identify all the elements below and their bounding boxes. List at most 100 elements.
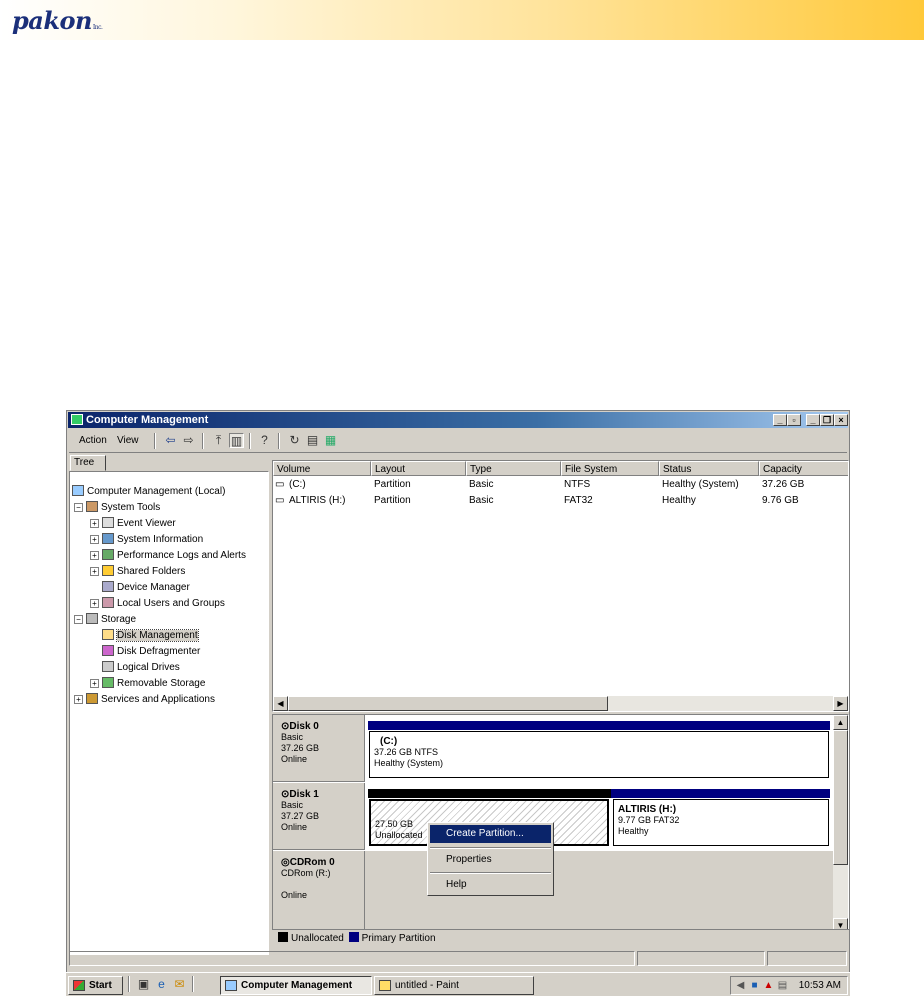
tree-item-storage[interactable]: Storage [86, 612, 136, 627]
clock[interactable]: 10:53 AM [799, 979, 841, 992]
refresh-icon[interactable]: ↻ [287, 433, 302, 448]
column-header-file-system[interactable]: File System [561, 461, 659, 476]
tree-item-system-information[interactable]: System Information [102, 532, 203, 547]
minimize-button[interactable]: _ [806, 414, 820, 426]
toolbar-separator [154, 433, 156, 449]
console-restore-icon[interactable]: ▫ [787, 414, 801, 426]
outlook-express-icon[interactable]: ✉ [172, 977, 187, 992]
antivirus-icon[interactable]: ▲ [761, 978, 776, 993]
internet-explorer-icon[interactable]: e [154, 977, 169, 992]
expand-icon[interactable]: + [90, 519, 99, 528]
collapse-icon[interactable]: − [74, 615, 83, 624]
title-bar[interactable]: Computer Management _ ▫ _ ❐ × [68, 412, 848, 428]
menu-item-create-partition[interactable]: Create Partition... [430, 825, 551, 843]
users-icon [102, 597, 114, 608]
collapse-icon[interactable]: − [74, 503, 83, 512]
toolbar-separator [202, 433, 204, 449]
primary-partition-bar [368, 721, 830, 730]
primary-partition-swatch [348, 932, 359, 942]
tree-item-local-users[interactable]: Local Users and Groups [102, 596, 225, 611]
tree-item-system-tools[interactable]: System Tools [86, 500, 160, 515]
volume-icon[interactable]: ◀ [733, 978, 748, 993]
tree-item-performance-logs[interactable]: Performance Logs and Alerts [102, 548, 246, 563]
expand-icon[interactable]: + [74, 695, 83, 704]
status-bar [69, 949, 849, 967]
menu-item-properties[interactable]: Properties [430, 851, 551, 869]
scroll-left-icon[interactable]: ◀ [273, 696, 288, 711]
volume-list: Volume Layout Type File System Status Ca… [272, 460, 849, 712]
partition-c[interactable]: (C:) 37.26 GB NTFS Healthy (System) [369, 731, 829, 778]
status-pane [767, 951, 847, 966]
partition-altiris[interactable]: ALTIRIS (H:) 9.77 GB FAT32 Healthy [613, 799, 829, 846]
network-icon[interactable]: ■ [747, 978, 762, 993]
toolbar-separator [278, 433, 280, 449]
menu-separator [430, 872, 551, 874]
menu-item-help[interactable]: Help [430, 876, 551, 894]
tree-item-disk-management[interactable]: Disk Management [102, 628, 199, 643]
tree-item-shared-folders[interactable]: Shared Folders [102, 564, 185, 579]
horizontal-scrollbar[interactable]: ◀ ▶ [273, 696, 848, 711]
toolbar-separator [249, 433, 251, 449]
console-minimize-icon[interactable]: _ [773, 414, 787, 426]
show-hide-tree-icon[interactable]: ▥ [229, 433, 244, 448]
expand-icon[interactable]: + [90, 599, 99, 608]
system-info-icon [102, 533, 114, 544]
computer-management-icon [71, 414, 83, 425]
start-button[interactable]: Start [68, 976, 123, 995]
connection-icon[interactable]: ▤ [775, 978, 790, 993]
expand-icon[interactable]: + [90, 679, 99, 688]
column-header-capacity[interactable]: Capacity [759, 461, 848, 476]
tree-item-device-manager[interactable]: Device Manager [102, 580, 190, 595]
scroll-up-icon[interactable]: ▲ [833, 715, 848, 730]
back-arrow-icon[interactable]: ⇦ [163, 433, 178, 448]
menu-view[interactable]: View [117, 435, 139, 446]
restore-button[interactable]: ❐ [820, 414, 834, 426]
tree-panel: Computer Management (Local) − System Too… [69, 471, 269, 955]
taskbar-button-computer-management[interactable]: Computer Management [220, 976, 372, 995]
tab-tree[interactable]: Tree [70, 455, 106, 471]
up-folder-icon[interactable]: ⤒ [211, 433, 226, 448]
menu-action[interactable]: Action [79, 435, 107, 446]
tree-item-computer-management[interactable]: Computer Management (Local) [72, 484, 225, 499]
disk-graph-panel: ⊙Disk 0 Basic 37.26 GB Online (C:) 37.26… [272, 714, 849, 947]
cdrom-icon: ◎ [281, 857, 290, 868]
removable-storage-icon [102, 677, 114, 688]
window-title: Computer Management [86, 414, 209, 426]
computer-management-icon [225, 980, 237, 991]
expand-icon[interactable]: + [90, 535, 99, 544]
forward-arrow-icon[interactable]: ⇨ [181, 433, 196, 448]
legend: Unallocated Primary Partition [272, 929, 849, 948]
tree-item-removable-storage[interactable]: Removable Storage [102, 676, 205, 691]
drive-icon [102, 661, 114, 672]
scroll-right-icon[interactable]: ▶ [833, 696, 848, 711]
tree-item-event-viewer[interactable]: Event Viewer [102, 516, 176, 531]
tree-item-logical-drives[interactable]: Logical Drives [102, 660, 180, 675]
expand-icon[interactable]: + [90, 551, 99, 560]
pakon-logo: pakonInc. [12, 6, 103, 35]
tools-icon [86, 501, 98, 512]
scroll-thumb[interactable] [833, 730, 848, 865]
unallocated-bar [368, 789, 611, 798]
column-header-type[interactable]: Type [466, 461, 561, 476]
scroll-thumb[interactable] [288, 696, 608, 711]
tree-item-services-applications[interactable]: Services and Applications [86, 692, 215, 707]
help-icon[interactable]: ? [257, 433, 272, 448]
status-pane [637, 951, 765, 966]
column-header-layout[interactable]: Layout [371, 461, 466, 476]
vertical-scrollbar[interactable]: ▲ ▼ [833, 715, 848, 933]
properties-icon[interactable]: ▤ [305, 433, 320, 448]
taskbar-button-paint[interactable]: untitled - Paint [374, 976, 534, 995]
disk-list-icon[interactable]: ▦ [323, 433, 338, 448]
menu-separator [430, 847, 551, 849]
expand-icon[interactable]: + [90, 567, 99, 576]
show-desktop-icon[interactable]: ▣ [136, 977, 151, 992]
tree-item-disk-defragmenter[interactable]: Disk Defragmenter [102, 644, 200, 659]
cdrom-0-label[interactable]: ◎CDRom 0 CDRom (R:) Online [273, 851, 365, 933]
disk-0-label[interactable]: ⊙Disk 0 Basic 37.26 GB Online [273, 715, 365, 782]
close-button[interactable]: × [834, 414, 848, 426]
performance-icon [102, 549, 114, 560]
column-header-volume[interactable]: Volume [273, 461, 371, 476]
context-menu: Create Partition... Properties Help [427, 822, 554, 896]
disk-1-label[interactable]: ⊙Disk 1 Basic 37.27 GB Online [273, 783, 365, 850]
column-header-status[interactable]: Status [659, 461, 759, 476]
